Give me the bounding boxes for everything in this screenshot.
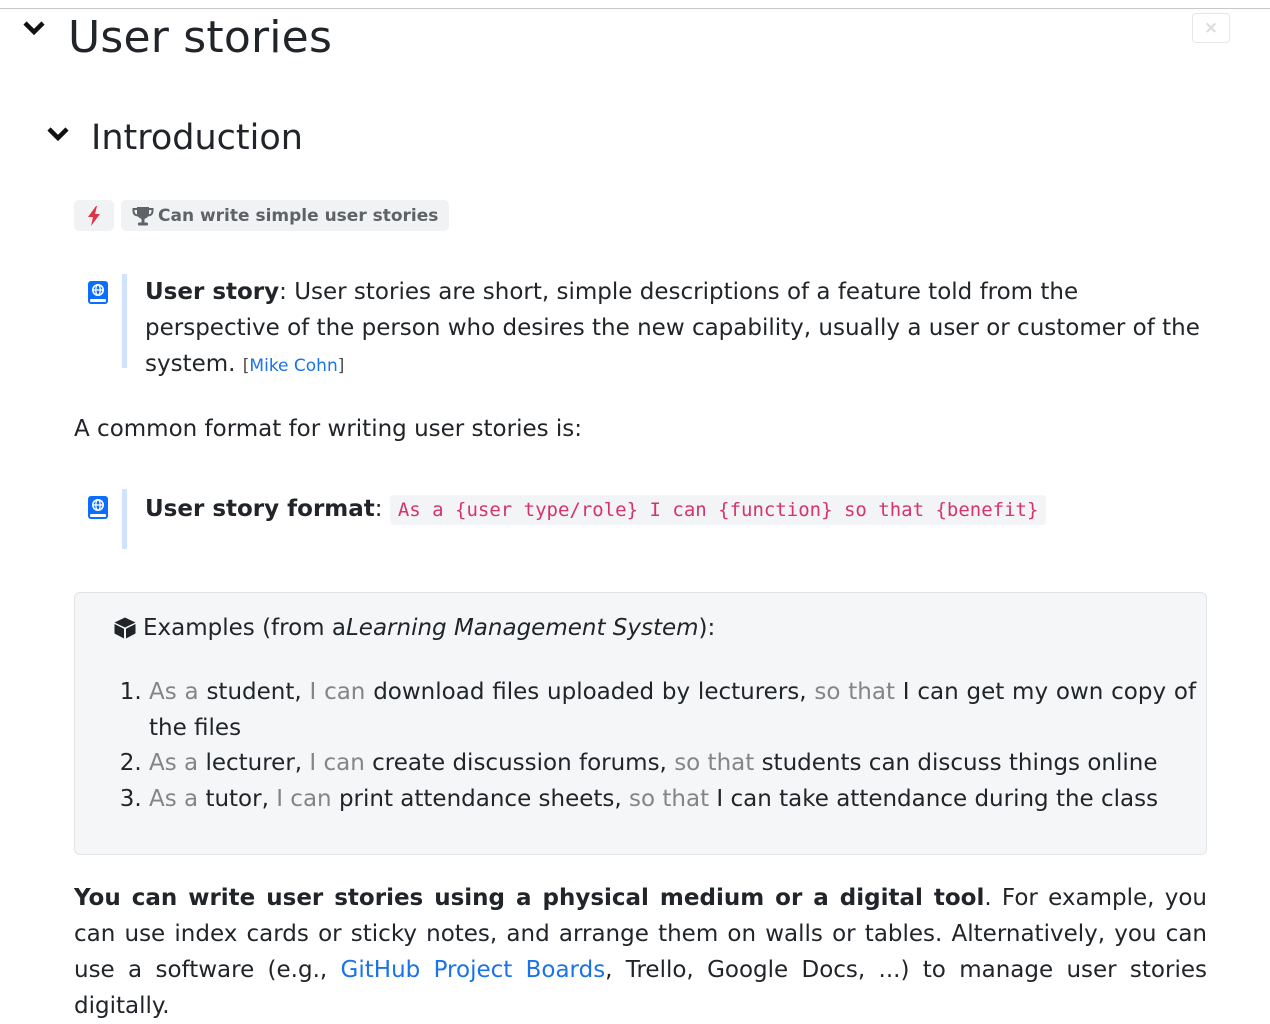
citation: [Mike Cohn]	[243, 356, 345, 376]
function-text: download files uploaded by lecturers,	[373, 679, 807, 705]
top-divider	[0, 8, 1270, 9]
examples-list: As a student, I can download files uploa…	[123, 675, 1196, 817]
i-can-text: I can	[309, 750, 365, 776]
examples-title-suffix: ):	[698, 615, 716, 641]
role-text: student,	[206, 679, 302, 705]
format-code: As a {user type/role} I can {function} s…	[389, 495, 1047, 525]
format-separator: :	[374, 496, 383, 522]
role-text: lecturer,	[205, 750, 303, 776]
trophy-icon	[132, 206, 154, 225]
examples-title-prefix: Examples (from a	[143, 615, 346, 641]
chevron-down-icon[interactable]	[46, 126, 70, 142]
examples-title-italic: Learning Management System	[345, 615, 699, 641]
page-title: User stories	[68, 12, 333, 63]
format-term: User story format	[145, 496, 375, 522]
so-that-text: so that	[674, 750, 755, 776]
format-text: User story format: As a {user type/role}…	[145, 491, 1214, 528]
definition-user-story: User story: User stories are short, simp…	[74, 274, 1214, 377]
so-that-text: so that	[814, 679, 895, 705]
closing-bold: You can write user stories using a physi…	[74, 885, 985, 911]
list-item: As a tutor, I can print attendance sheet…	[149, 782, 1196, 818]
as-a-text: As a	[149, 679, 199, 705]
lightning-bolt-icon	[88, 205, 100, 226]
list-item: As a lecturer, I can create discussion f…	[149, 746, 1196, 782]
close-icon: ×	[1203, 17, 1219, 38]
format-intro-text: A common format for writing user stories…	[74, 416, 583, 442]
closing-paragraph: You can write user stories using a physi…	[74, 880, 1207, 1024]
examples-box: Examples (from a Learning Management Sys…	[74, 592, 1207, 855]
i-can-text: I can	[309, 679, 366, 705]
definition-bar	[122, 274, 127, 368]
function-text: create discussion forums,	[372, 750, 667, 776]
citation-close: ]	[337, 356, 345, 376]
function-text: print attendance sheets,	[338, 785, 622, 812]
close-button[interactable]: ×	[1192, 13, 1230, 43]
github-project-boards-link[interactable]: GitHub Project Boards	[341, 957, 606, 983]
outcome-badge: Can write simple user stories	[121, 200, 450, 231]
definition-term: User story	[145, 279, 280, 305]
i-can-text: I can	[276, 785, 332, 812]
examples-title: Examples (from a Learning Management Sys…	[113, 615, 715, 641]
benefit-text: I can take attendance during the class	[716, 785, 1159, 812]
definition-text: User story: User stories are short, simp…	[145, 274, 1214, 384]
benefit-text: students can discuss things online	[761, 750, 1158, 776]
book-globe-icon	[88, 496, 108, 519]
book-globe-icon	[88, 281, 108, 304]
as-a-text: As a	[149, 785, 199, 812]
so-that-text: so that	[629, 785, 710, 812]
section-title: Introduction	[91, 118, 303, 158]
role-text: tutor,	[205, 785, 269, 812]
citation-link-mike-cohn[interactable]: Mike Cohn	[249, 356, 337, 376]
chevron-down-icon[interactable]	[22, 20, 46, 36]
definition-user-story-format: User story format: As a {user type/role}…	[74, 489, 1214, 549]
box-icon	[114, 617, 136, 639]
outcome-badge-label: Can write simple user stories	[158, 205, 439, 226]
definition-bar	[122, 489, 127, 549]
flash-badge	[74, 200, 114, 231]
list-item: As a student, I can download files uploa…	[149, 675, 1196, 746]
as-a-text: As a	[149, 750, 199, 776]
